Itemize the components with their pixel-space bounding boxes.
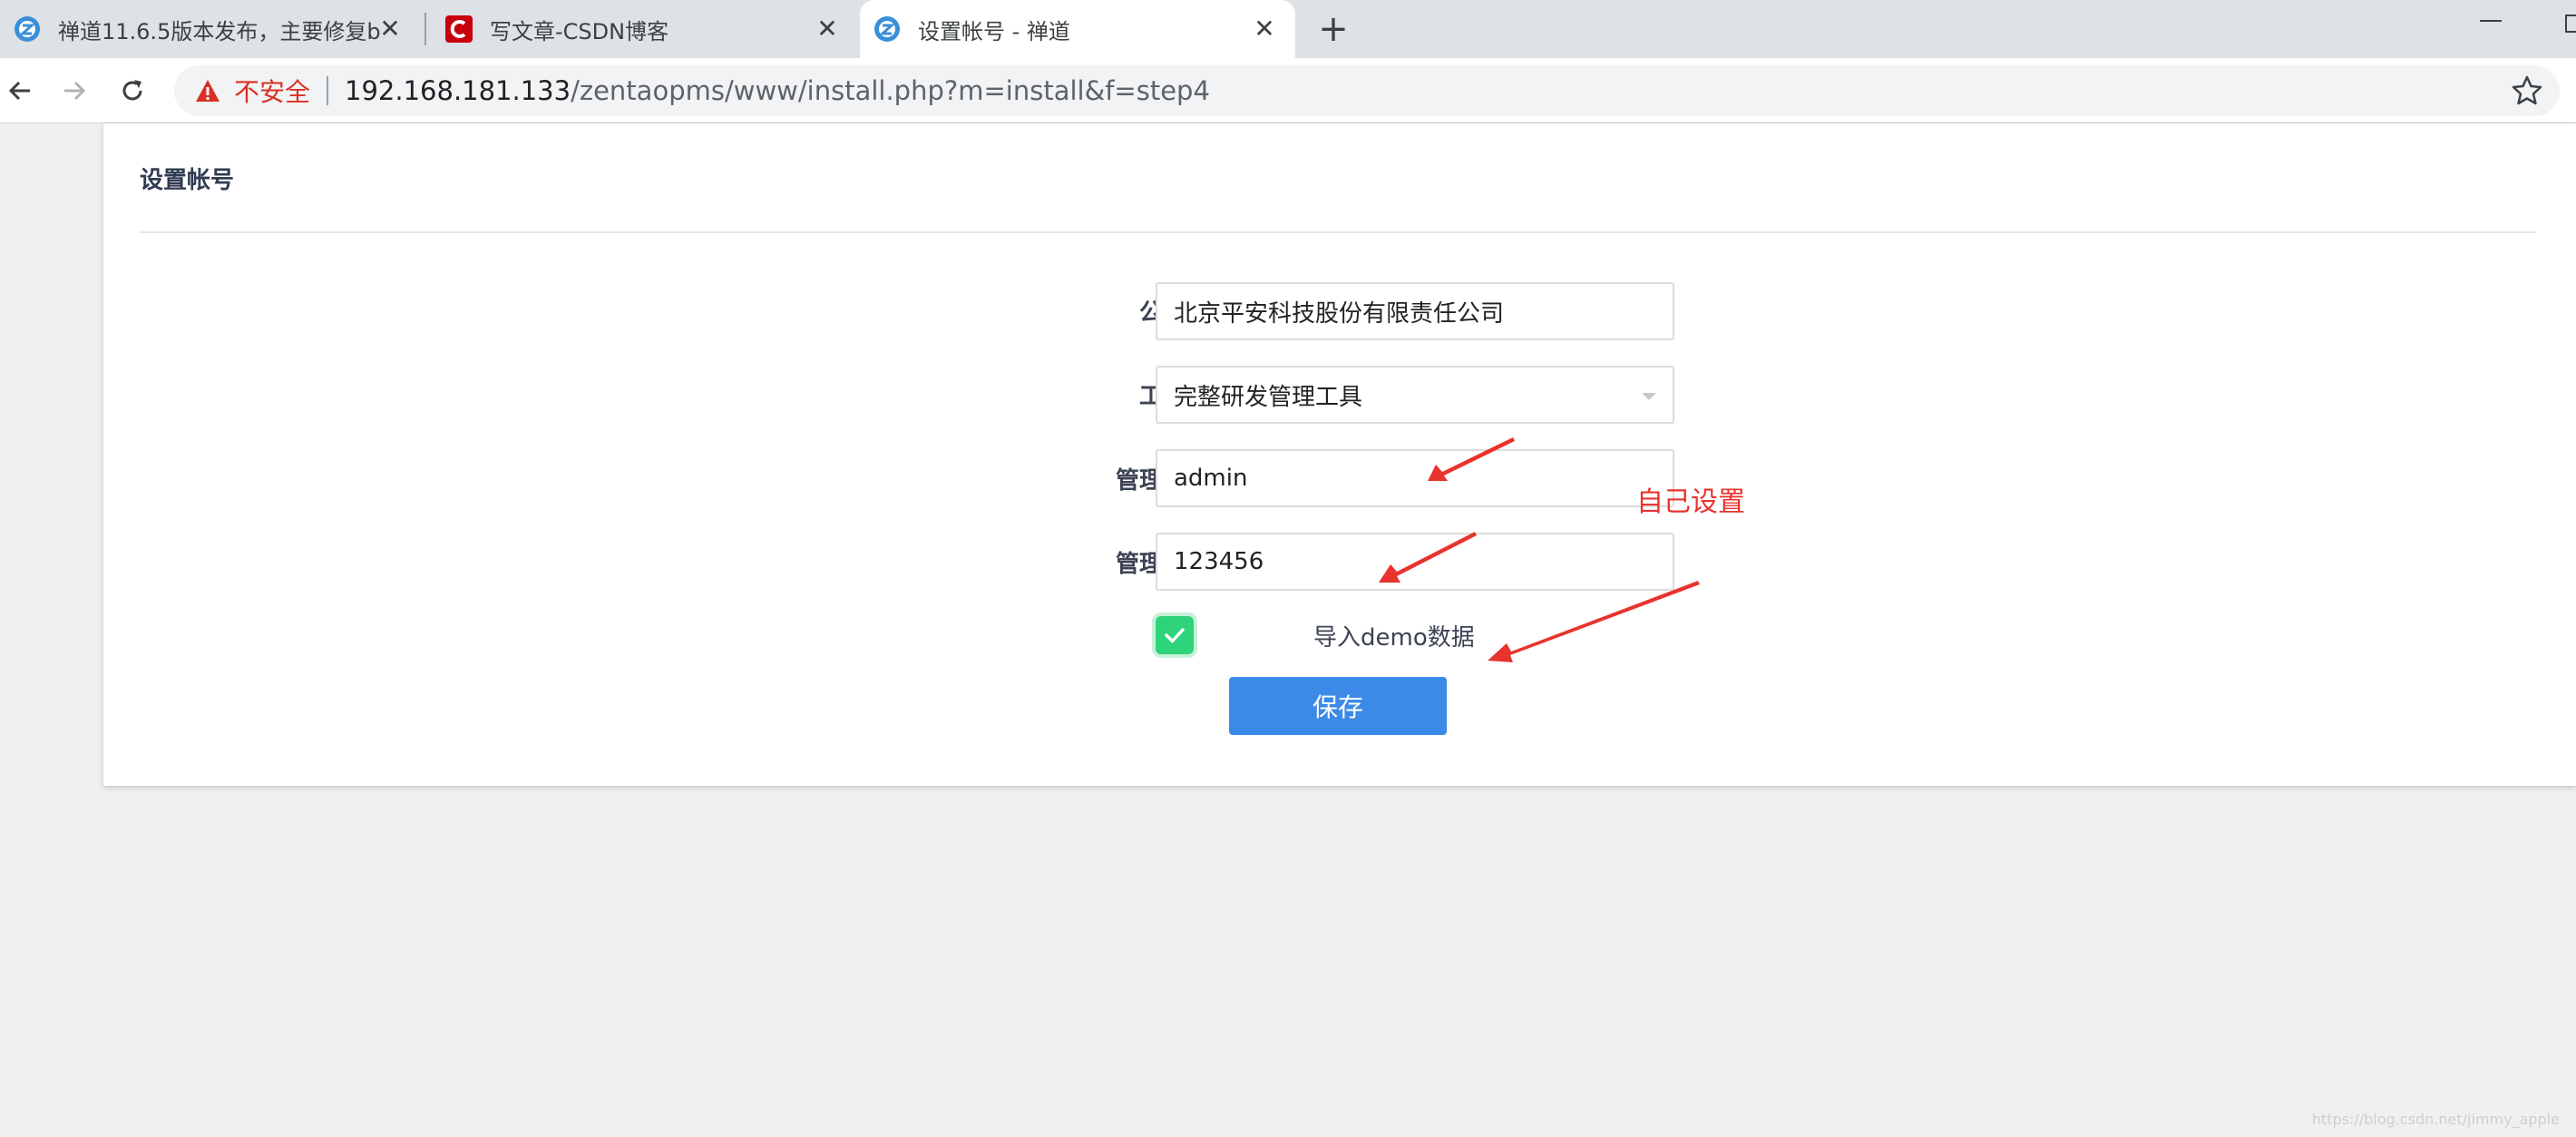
new-tab-button[interactable]: + [1313,9,1353,49]
company-name-value: 北京平安科技股份有限责任公司 [1174,299,1505,328]
watermark: https://blog.csdn.net/jimmy_apple [2311,1111,2560,1128]
work-mode-value: 完整研发管理工具 [1174,383,1363,411]
import-demo-checkbox[interactable] [1156,616,1194,654]
back-button[interactable] [0,71,40,111]
back-arrow-icon [8,81,30,101]
browser-toolbar: 不安全 192.168.181.133/zentaopms/www/instal… [0,58,2576,123]
admin-account-input[interactable]: admin [1156,449,1674,507]
save-button[interactable]: 保存 [1229,677,1447,735]
company-name-input[interactable]: 北京平安科技股份有限责任公司 [1156,282,1674,340]
close-icon[interactable]: ✕ [374,13,406,45]
forward-button[interactable] [54,71,94,111]
work-mode-select[interactable]: 完整研发管理工具 [1156,366,1674,424]
url-host: 192.168.181.133 [345,75,571,106]
reload-icon [122,80,142,101]
chevron-down-icon [1642,393,1656,400]
annotation-text: 自己设置 [1636,486,1745,518]
title-divider [140,231,2536,233]
tab-title: 写文章-CSDN博客 [490,18,669,44]
checkmark-icon [1165,628,1185,643]
tab-title: 禅道11.6.5版本发布，主要修复b [58,18,381,44]
forward-arrow-icon [64,81,86,101]
address-bar[interactable]: 不安全 192.168.181.133/zentaopms/www/instal… [174,65,2560,116]
url-path: /zentaopms/www/install.php?m=install&f=s… [571,75,1210,106]
tab-title: 设置帐号 - 禅道 [918,18,1070,44]
zentao-icon [874,16,900,42]
admin-account-value: admin [1174,465,1248,492]
tab-separator [424,13,426,45]
tab-zentao-account[interactable]: 设置帐号 - 禅道 ✕ [860,0,1295,58]
maximize-icon[interactable] [2565,15,2576,33]
page-title: 设置帐号 [140,167,235,194]
admin-password-input[interactable]: 123456 [1156,533,1674,591]
url-text[interactable]: 192.168.181.133/zentaopms/www/install.ph… [345,75,1210,106]
import-demo-label[interactable]: 导入demo数据 [1313,619,1475,652]
csdn-icon [445,15,473,43]
zentao-icon [15,16,40,42]
minimize-icon[interactable] [2480,20,2502,22]
security-status[interactable]: 不安全 [234,73,310,109]
close-icon[interactable]: ✕ [1248,13,1281,45]
close-icon[interactable]: ✕ [811,13,844,45]
reload-button[interactable] [112,71,152,111]
bookmark-star-icon[interactable] [2511,74,2543,107]
admin-password-value: 123456 [1174,548,1264,575]
warning-icon [196,80,220,102]
url-divider [327,76,329,105]
tab-csdn[interactable]: 写文章-CSDN博客 ✕ [432,0,858,58]
tab-strip: 禅道11.6.5版本发布，主要修复b ✕ 写文章-CSDN博客 ✕ 设置帐号 -… [0,0,2576,58]
tab-zentao-release[interactable]: 禅道11.6.5版本发布，主要修复b ✕ [0,0,421,58]
